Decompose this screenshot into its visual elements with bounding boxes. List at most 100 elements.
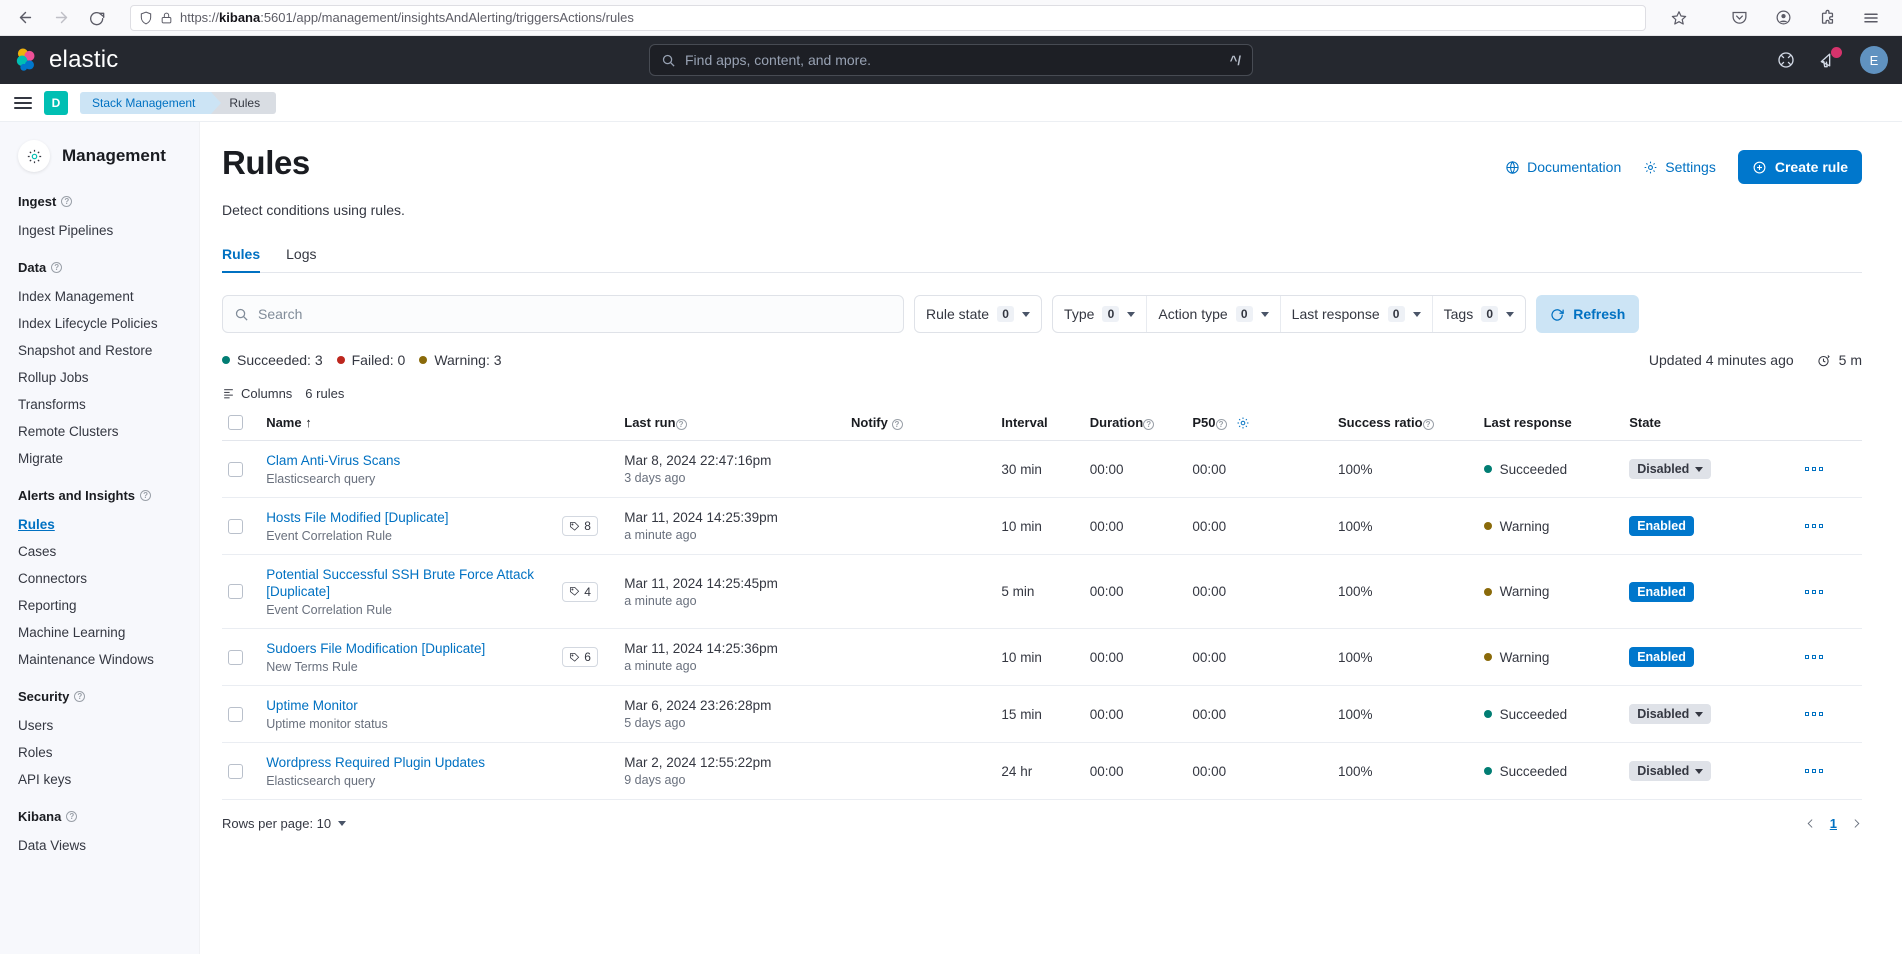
row-actions-menu-icon[interactable] [1772,524,1856,528]
rule-name-link[interactable]: Uptime Monitor [266,697,550,714]
sidebar-item-transforms[interactable]: Transforms [0,391,199,418]
state-toggle-enabled[interactable]: Enabled [1629,516,1694,536]
space-avatar[interactable]: D [44,90,68,115]
info-icon[interactable]: ? [1143,419,1155,430]
search-input[interactable]: Search [222,295,904,333]
sidebar-item-roles[interactable]: Roles [0,739,199,766]
info-icon[interactable]: ? [66,811,78,822]
tags-badge[interactable]: 6 [562,647,598,667]
global-search-input[interactable]: Find apps, content, and more. ^/ [649,44,1253,76]
elastic-logo[interactable]: elastic [14,46,118,74]
breadcrumb-item-stack-management[interactable]: Stack Management [80,91,222,114]
row-checkbox[interactable] [228,518,243,534]
rule-name-link[interactable]: Hosts File Modified [Duplicate] [266,509,550,526]
state-toggle-disabled[interactable]: Disabled [1629,459,1712,479]
column-header-state[interactable]: State [1623,409,1767,441]
sidebar-item-machine-learning[interactable]: Machine Learning [0,619,199,646]
tags-badge[interactable]: 8 [562,516,598,536]
row-actions-menu-icon[interactable] [1772,467,1856,471]
filter-type[interactable]: Type 0 [1053,296,1148,332]
info-icon[interactable]: ? [140,490,152,501]
prev-page-button[interactable] [1805,817,1816,830]
tab-logs[interactable]: Logs [286,246,316,272]
sidebar-item-cases[interactable]: Cases [0,538,199,565]
column-header-last-run[interactable]: Last run? [618,409,846,441]
rule-name-link[interactable]: Clam Anti-Virus Scans [266,452,550,469]
rows-per-page-button[interactable]: Rows per page: 10 [222,816,347,831]
rule-name-link[interactable]: Sudoers File Modification [Duplicate] [266,640,550,657]
row-actions-menu-icon[interactable] [1772,655,1856,659]
bookmark-star-icon[interactable] [1664,3,1694,33]
extensions-icon[interactable] [1812,3,1842,33]
sidebar-item-rules[interactable]: Rules [0,511,199,538]
app-menu-icon[interactable] [1856,3,1886,33]
tab-rules[interactable]: Rules [222,246,261,273]
column-header-notify[interactable]: Notify ? [845,409,996,441]
column-header-success-ratio[interactable]: Success ratio? [1331,409,1478,441]
info-icon[interactable]: ? [74,691,86,702]
column-header-last-response[interactable]: Last response [1477,409,1624,441]
sidebar-item-users[interactable]: Users [0,712,199,739]
create-rule-button[interactable]: Create rule [1737,150,1862,184]
row-actions-menu-icon[interactable] [1772,769,1856,773]
rule-name-link[interactable]: Potential Successful SSH Brute Force Att… [266,566,550,600]
settings-button[interactable]: Settings [1643,159,1716,175]
sidebar-item-index-lifecycle-policies[interactable]: Index Lifecycle Policies [0,310,199,337]
avatar[interactable]: E [1860,46,1888,74]
documentation-button[interactable]: Documentation [1505,159,1621,175]
filter-action-type[interactable]: Action type 0 [1147,296,1281,332]
state-toggle-enabled[interactable]: Enabled [1629,647,1694,667]
refresh-interval-picker[interactable]: 5 m [1816,352,1862,368]
state-toggle-disabled[interactable]: Disabled [1629,761,1712,781]
rule-name-link[interactable]: Wordpress Required Plugin Updates [266,754,550,771]
sidebar-item-maintenance-windows[interactable]: Maintenance Windows [0,646,199,673]
select-all-checkbox[interactable] [228,415,243,430]
row-actions-menu-icon[interactable] [1772,589,1856,594]
filter-tags[interactable]: Tags 0 [1433,296,1526,332]
column-header-p50[interactable]: P50? [1186,409,1332,441]
sidebar-item-snapshot-and-restore[interactable]: Snapshot and Restore [0,337,199,364]
sidebar-item-ingest-pipelines[interactable]: Ingest Pipelines [0,217,199,244]
state-toggle-enabled[interactable]: Enabled [1629,581,1694,602]
columns-button[interactable]: Columns [222,386,292,401]
sidebar-item-reporting[interactable]: Reporting [0,592,199,619]
sidebar-item-data-views[interactable]: Data Views [0,832,199,859]
page-number-1[interactable]: 1 [1830,816,1837,831]
pocket-save-icon[interactable] [1724,3,1754,33]
info-icon[interactable]: ? [1215,419,1227,430]
back-arrow-icon[interactable] [10,3,40,33]
row-checkbox[interactable] [228,584,243,599]
state-toggle-disabled[interactable]: Disabled [1629,704,1712,724]
filter-last-response[interactable]: Last response 0 [1281,296,1433,332]
info-icon[interactable]: ? [675,419,687,430]
sidebar-item-index-management[interactable]: Index Management [0,283,199,310]
row-checkbox[interactable] [228,706,243,722]
column-header-interval[interactable]: Interval [995,409,1084,441]
row-checkbox[interactable] [228,461,243,477]
sidebar-item-migrate[interactable]: Migrate [0,445,199,472]
row-checkbox[interactable] [228,649,243,665]
percentile-settings-icon[interactable] [1236,416,1250,430]
menu-toggle-icon[interactable] [14,96,32,109]
filter-rule-state[interactable]: Rule state 0 [914,295,1043,333]
help-icon[interactable] [1776,50,1796,70]
info-icon[interactable]: ? [51,262,63,273]
sidebar-item-api-keys[interactable]: API keys [0,766,199,793]
tags-badge[interactable]: 4 [562,581,598,602]
row-checkbox[interactable] [228,763,243,779]
info-icon[interactable]: ? [891,419,903,430]
next-page-button[interactable] [1851,817,1862,830]
forward-arrow-icon[interactable] [46,3,76,33]
sidebar-item-rollup-jobs[interactable]: Rollup Jobs [0,364,199,391]
column-header-duration[interactable]: Duration? [1083,409,1187,441]
reload-icon[interactable] [82,3,112,33]
row-actions-menu-icon[interactable] [1772,712,1856,716]
sidebar-item-connectors[interactable]: Connectors [0,565,199,592]
info-icon[interactable]: ? [61,196,73,207]
info-icon[interactable]: ? [1422,419,1434,430]
refresh-button[interactable]: Refresh [1536,295,1640,333]
url-bar[interactable]: https://kibana:5601/app/management/insig… [130,4,1646,31]
account-icon[interactable] [1768,3,1798,33]
sidebar-item-remote-clusters[interactable]: Remote Clusters [0,418,199,445]
column-header-name[interactable]: Name ↑ [260,409,557,441]
